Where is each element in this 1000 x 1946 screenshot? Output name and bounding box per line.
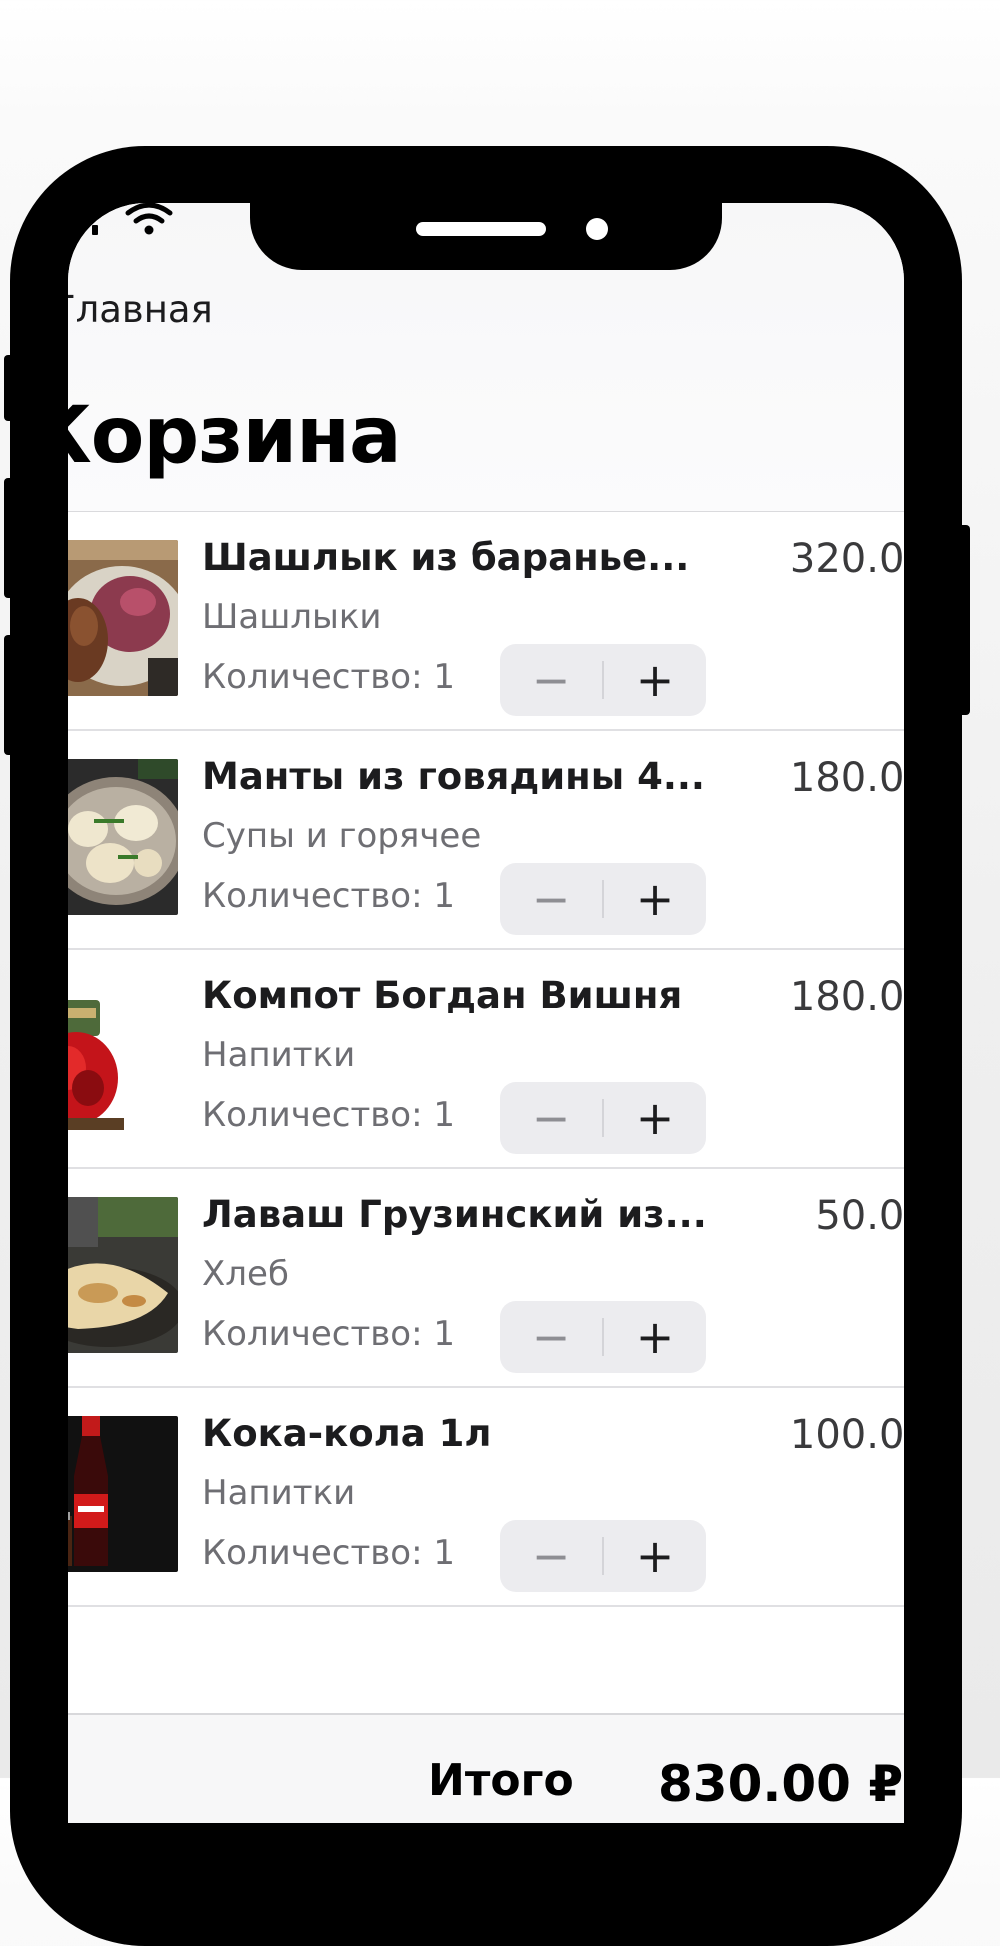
- cart-item-row[interactable]: Компот Богдан Вишня 180.00 ₽ Напитки Кол…: [68, 950, 904, 1169]
- quantity-stepper[interactable]: − +: [500, 644, 706, 716]
- item-category: Напитки: [202, 1473, 356, 1513]
- item-name: Кока-кола 1л: [202, 1412, 492, 1455]
- increment-button[interactable]: +: [604, 1082, 706, 1154]
- item-price: 50.00 ₽: [815, 1193, 904, 1239]
- cart-item-row[interactable]: Шашлык из бараньe... 320.00 ₽ Шашлыки Ко…: [68, 512, 904, 731]
- phone-volume-up-button: [4, 478, 18, 598]
- phone-power-button: [950, 525, 970, 715]
- quantity-stepper[interactable]: − +: [500, 1301, 706, 1373]
- wifi-icon: [125, 203, 173, 235]
- item-name: Лаваш Грузинский из...: [202, 1193, 707, 1236]
- cart-footer: Итого 830.00 ₽: [68, 1713, 904, 1823]
- decrement-button[interactable]: −: [500, 1082, 602, 1154]
- increment-button[interactable]: +: [604, 644, 706, 716]
- lavash-image: [68, 1197, 178, 1353]
- item-price: 100.00 ₽: [789, 1412, 904, 1458]
- item-quantity: Количество: 1: [202, 1095, 456, 1135]
- item-name: Шашлык из бараньe...: [202, 536, 690, 579]
- item-price: 180.00 ₽: [789, 974, 904, 1020]
- decrement-button[interactable]: −: [500, 863, 602, 935]
- phone-volume-down-button: [4, 635, 18, 755]
- page-title: Корзина: [68, 391, 402, 481]
- item-quantity: Количество: 1: [202, 1533, 456, 1573]
- phone-side-button: [4, 355, 18, 421]
- app-screen: Главная Корзина Шашлык из бараньe... 320…: [68, 203, 904, 1823]
- cart-item-row[interactable]: Кока-кола 1л 100.00 ₽ Напитки Количество…: [68, 1388, 904, 1607]
- manty-image: [68, 759, 178, 915]
- cart-list: Шашлык из бараньe... 320.00 ₽ Шашлыки Ко…: [68, 512, 904, 1607]
- total-value: 830.00 ₽: [658, 1755, 904, 1813]
- item-name: Манты из говядины 4...: [202, 755, 705, 798]
- item-category: Супы и горячее: [202, 816, 482, 856]
- item-quantity: Количество: 1: [202, 876, 456, 916]
- increment-button[interactable]: +: [604, 1520, 706, 1592]
- item-category: Хлеб: [202, 1254, 289, 1294]
- back-button[interactable]: Главная: [68, 288, 213, 331]
- increment-button[interactable]: +: [604, 863, 706, 935]
- quantity-stepper[interactable]: − +: [500, 1520, 706, 1592]
- cart-item-row[interactable]: Лаваш Грузинский из... 50.00 ₽ Хлеб Коли…: [68, 1169, 904, 1388]
- cart-item-row[interactable]: Манты из говядины 4... 180.00 ₽ Супы и г…: [68, 731, 904, 950]
- quantity-stepper[interactable]: − +: [500, 863, 706, 935]
- signal-icon: [92, 225, 98, 235]
- item-price: 180.00 ₽: [789, 755, 904, 801]
- phone-notch: [250, 200, 722, 270]
- item-name: Компот Богдан Вишня: [202, 974, 683, 1017]
- shashlik-image: [68, 540, 178, 696]
- cola-image: [68, 1416, 178, 1572]
- item-price: 320.00 ₽: [789, 536, 904, 582]
- item-category: Шашлыки: [202, 597, 382, 637]
- item-quantity: Количество: 1: [202, 1314, 456, 1354]
- quantity-stepper[interactable]: − +: [500, 1082, 706, 1154]
- item-category: Напитки: [202, 1035, 356, 1075]
- front-camera: [586, 218, 608, 240]
- kompot-image: [68, 978, 178, 1134]
- speaker-grille: [416, 222, 546, 236]
- decrement-button[interactable]: −: [500, 644, 602, 716]
- decrement-button[interactable]: −: [500, 1301, 602, 1373]
- increment-button[interactable]: +: [604, 1301, 706, 1373]
- item-quantity: Количество: 1: [202, 657, 456, 697]
- total-label: Итого: [428, 1755, 574, 1806]
- decrement-button[interactable]: −: [500, 1520, 602, 1592]
